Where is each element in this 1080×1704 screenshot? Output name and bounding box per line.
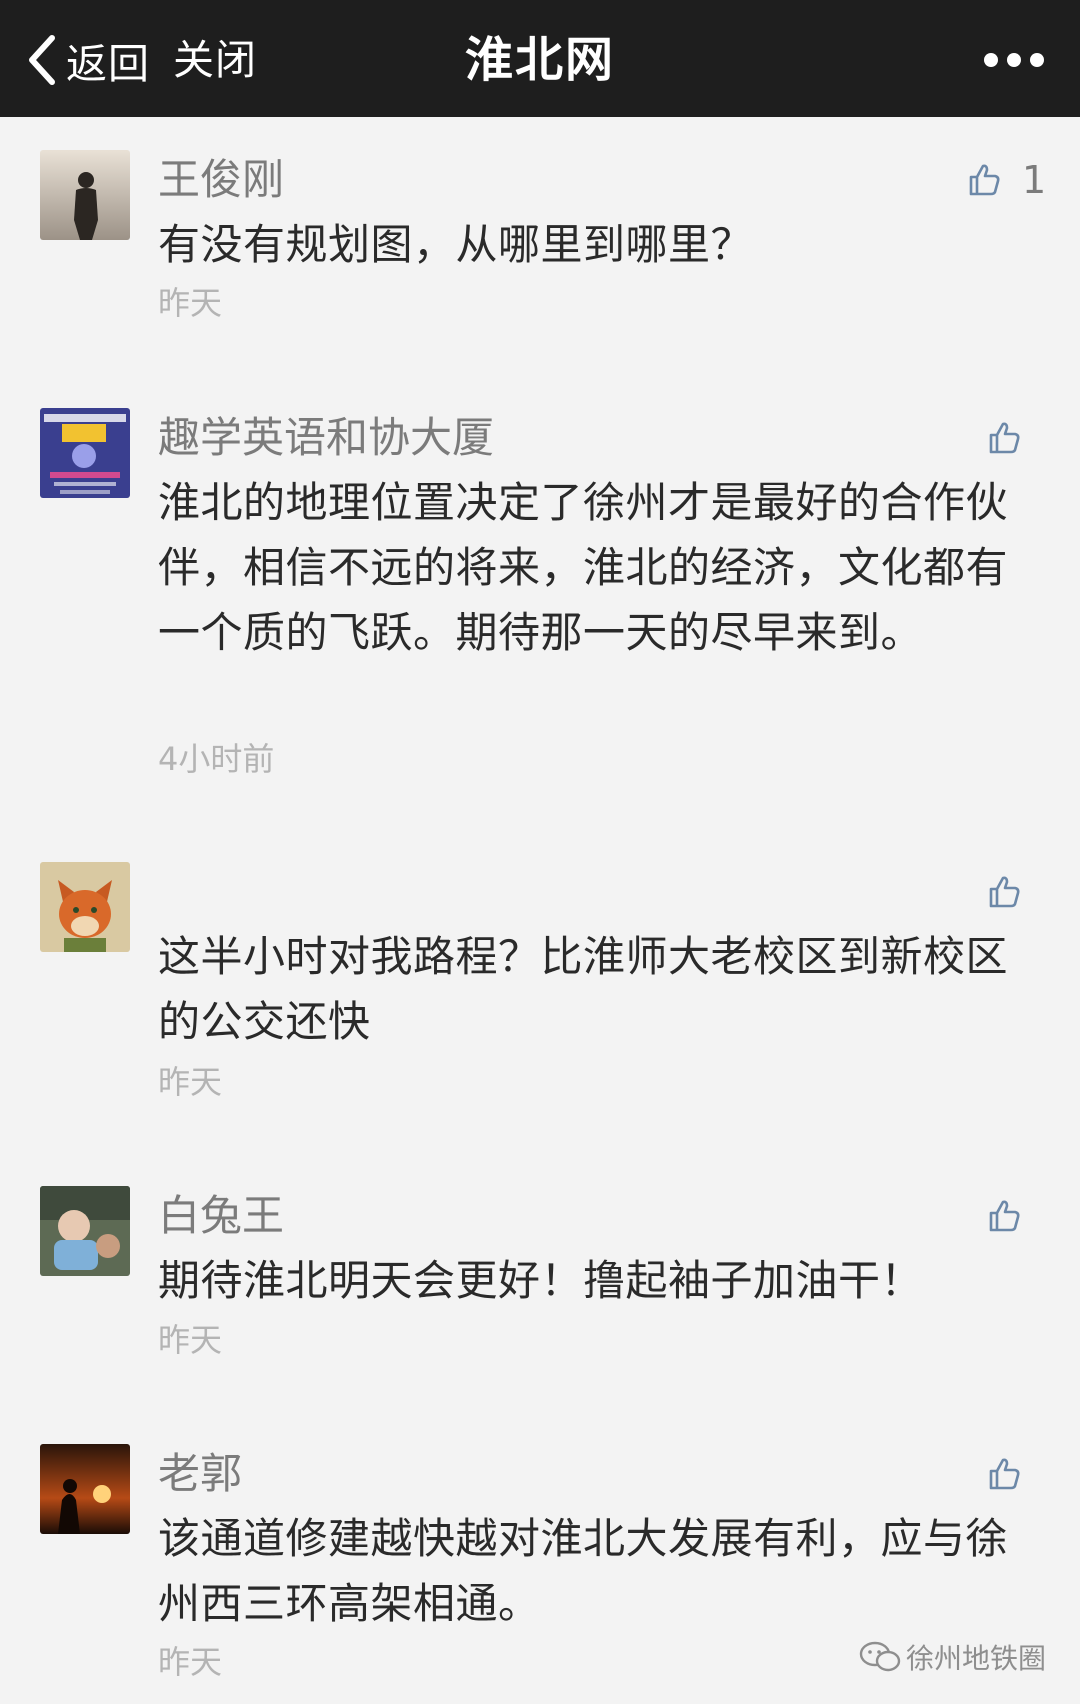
- watermark: 徐州地铁圈: [858, 1635, 1046, 1679]
- comment-item: 白兔王 期待淮北明天会更好！撸起袖子加油干！ 昨天: [0, 1186, 1080, 1366]
- thumbs-up-icon: [989, 422, 1020, 454]
- comment-nickname[interactable]: 老郭: [158, 1444, 242, 1504]
- comment-time: 昨天: [158, 1321, 223, 1359]
- more-dots-icon: [1030, 53, 1044, 67]
- back-button[interactable]: 返回: [24, 30, 150, 90]
- thumbs-up-icon: [989, 1458, 1020, 1490]
- thumbs-up-icon: [969, 164, 1000, 196]
- avatar[interactable]: [40, 150, 130, 240]
- comment-item: 趣学英语和协大厦 淮北的地理位置决定了徐州才是最好的合作伙伴，相信不远的将来，淮…: [0, 408, 1080, 788]
- comment-item: 王俊刚 1 有没有规划图，从哪里到哪里？ 昨天: [0, 150, 1080, 350]
- avatar[interactable]: [40, 862, 130, 952]
- like-button[interactable]: [986, 1452, 1022, 1496]
- sunset-avatar-icon: [40, 1444, 130, 1534]
- avatar[interactable]: [40, 1186, 130, 1276]
- comment-text: 有没有规划图，从哪里到哪里？: [158, 220, 754, 269]
- chat-bubble-icon: [859, 1641, 901, 1672]
- chevron-left-icon: [29, 35, 55, 85]
- comment-nickname[interactable]: 王俊刚: [158, 150, 284, 210]
- close-button[interactable]: 关闭: [173, 30, 257, 90]
- comment-time: 昨天: [158, 1643, 223, 1681]
- like-button[interactable]: [986, 416, 1022, 460]
- comment-time: 昨天: [158, 284, 223, 322]
- thumbs-up-icon: [989, 1200, 1020, 1232]
- baby-avatar-icon: [40, 1186, 130, 1276]
- more-dots-icon: [984, 53, 998, 67]
- comment-time: 4小时前: [158, 740, 275, 778]
- comment-text: 该通道修建越快越对淮北大发展有利，应与徐州西三环高架相通。: [158, 1514, 1009, 1628]
- poster-avatar-icon: [40, 408, 130, 498]
- watermark-text: 徐州地铁圈: [906, 1642, 1047, 1675]
- like-count: 1: [1022, 158, 1047, 202]
- like-button[interactable]: [986, 870, 1022, 914]
- page-title: 淮北网: [464, 32, 615, 88]
- comment-nickname[interactable]: 白兔王: [158, 1186, 284, 1246]
- comment-text: 淮北的地理位置决定了徐州才是最好的合作伙伴，相信不远的将来，淮北的经济，文化都有…: [158, 478, 1009, 657]
- more-options-button[interactable]: [984, 44, 1044, 76]
- like-button[interactable]: 1: [966, 158, 1046, 202]
- top-nav-bar: 返回 关闭 淮北网: [0, 0, 1080, 117]
- avatar[interactable]: [40, 408, 130, 498]
- thumbs-up-icon: [989, 876, 1020, 908]
- avatar[interactable]: [40, 1444, 130, 1534]
- comment-nickname[interactable]: 趣学英语和协大厦: [158, 408, 494, 468]
- like-button[interactable]: [986, 1194, 1022, 1238]
- back-label: 返回: [66, 40, 150, 88]
- comment-item: 这半小时对我路程？比淮师大老校区到新校区的公交还快 昨天: [0, 862, 1080, 1112]
- more-dots-icon: [1007, 53, 1021, 67]
- silhouette-avatar-icon: [40, 150, 130, 240]
- comment-text: 这半小时对我路程？比淮师大老校区到新校区的公交还快: [158, 932, 1009, 1046]
- fox-avatar-icon: [40, 862, 130, 952]
- comment-time: 昨天: [158, 1063, 223, 1101]
- comment-text: 期待淮北明天会更好！撸起袖子加油干！: [158, 1256, 924, 1305]
